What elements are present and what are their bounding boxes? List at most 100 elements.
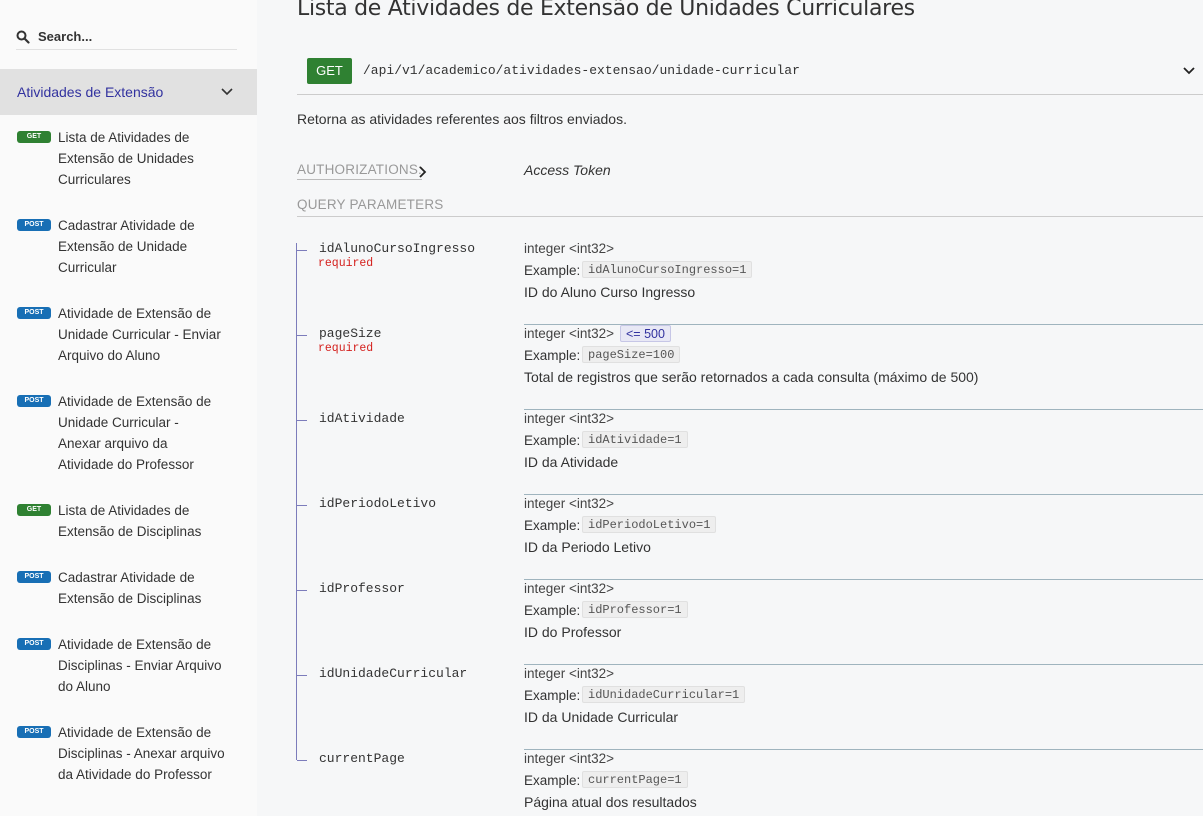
param-info: integer <int32> Example: idProfessor=1 ID d…: [524, 580, 1203, 665]
param-info: integer <int32> Example: currentPage=1 Pági…: [524, 750, 1203, 816]
sidebar-item-label: da Atividade do Professor: [58, 767, 212, 782]
sidebar-item-label: Atividade de Extensão de: [58, 725, 212, 740]
param-type: integer <int32>: [524, 241, 615, 256]
param-info: integer <int32> Example: idAlunoCursoIngre…: [524, 240, 1203, 325]
param-name: pageSize: [319, 326, 382, 341]
param-description: Página atual dos resultados: [524, 794, 697, 810]
param-example-code: idProfessor=1: [582, 601, 688, 618]
param-tree-tick: [297, 760, 307, 761]
sidebar-item-label: Atividade do Professor: [58, 457, 194, 472]
param-example-code: idPeriodoLetivo=1: [582, 516, 717, 533]
param-description: ID da Atividade: [524, 454, 619, 470]
sidebar-item-label: Extensão de Disciplinas: [58, 591, 202, 606]
endpoint-bar[interactable]: GET /api/v1/academico/atividades-extensa…: [297, 52, 1203, 95]
param-example-code: currentPage=1: [582, 771, 688, 788]
sidebar-item-label: do Aluno: [58, 679, 111, 694]
http-method-badge: POST: [17, 307, 51, 319]
param-example-label: Example:: [524, 433, 581, 448]
http-method-badge: POST: [17, 219, 51, 231]
param-example-label: Example:: [524, 348, 581, 363]
query-parameters-heading: QUERY PARAMETERS: [297, 197, 1203, 217]
param-row: idAlunoCursoIngresso required integer <int…: [297, 240, 1203, 325]
http-method-badge: GET: [17, 131, 51, 143]
param-type: integer <int32>: [524, 496, 615, 511]
search-box: [16, 20, 237, 50]
chevron-down-icon: [221, 88, 233, 96]
sidebar-item[interactable]: GET Lista de Atividades de Extensão de Dis…: [0, 500, 257, 548]
sidebar-item[interactable]: POST Cadastrar Atividade de Extensão de Un…: [0, 215, 257, 284]
param-info: integer <int32> <= 500 Example: pageSize=10…: [524, 325, 1203, 410]
param-example-code: idAtividade=1: [582, 431, 688, 448]
page-title: Lista de Atividades de Extensão de Unida…: [297, 0, 915, 21]
param-info: integer <int32> Example: idPeriodoLetivo=1…: [524, 495, 1203, 580]
param-row: idProfessor integer <int32> Example: idProf…: [297, 580, 1203, 665]
param-name: idUnidadeCurricular: [319, 666, 468, 681]
sidebar-item[interactable]: GET Lista de Atividades de Extensão de Uni…: [0, 127, 257, 196]
param-tree-tick: [297, 335, 307, 336]
authorization-value: Access Token: [524, 162, 611, 178]
param-info: integer <int32> Example: idUnidadeCurricul…: [524, 665, 1203, 750]
param-required-label: required: [318, 342, 374, 355]
search-input[interactable]: [38, 25, 233, 47]
sidebar-item-label: Curricular: [58, 260, 117, 275]
sidebar-item-label: Extensão de Unidade: [58, 239, 188, 254]
sidebar-item-label: Atividade de Extensão de: [58, 637, 212, 652]
http-method-badge: POST: [17, 638, 51, 650]
param-example-code: idAlunoCursoIngresso=1: [582, 261, 753, 278]
param-name: idAlunoCursoIngresso: [319, 241, 476, 256]
endpoint-description: Retorna as atividades referentes aos fil…: [297, 111, 627, 127]
param-tree-tick: [297, 505, 307, 506]
http-method-badge: POST: [17, 571, 51, 583]
param-description: Total de registros que serão retornados …: [524, 369, 979, 385]
param-name: idProfessor: [319, 581, 405, 596]
param-example-label: Example:: [524, 263, 581, 278]
sidebar-item-label: Arquivo do Aluno: [58, 348, 161, 363]
sidebar-item-label: Curriculares: [58, 172, 131, 187]
search-icon: [16, 30, 30, 44]
param-tree-tick: [297, 420, 307, 421]
param-description: ID do Aluno Curso Ingresso: [524, 284, 696, 300]
sidebar-item-label: Unidade Curricular - Enviar: [58, 327, 221, 342]
param-example-label: Example:: [524, 603, 581, 618]
param-row: pageSize required integer <int32> <= 500 Exa…: [297, 325, 1203, 410]
param-tree-tick: [297, 250, 307, 251]
param-example-label: Example:: [524, 518, 581, 533]
sidebar: Atividades de Extensão GET Lista de Ativi…: [0, 0, 257, 816]
sidebar-item[interactable]: POST Atividade de Extensão de Disciplinas …: [0, 634, 257, 703]
param-info: integer <int32> Example: idAtividade=1 ID d…: [524, 410, 1203, 495]
param-type: integer <int32>: [524, 666, 615, 681]
sidebar-item[interactable]: POST Atividade de Extensão de Unidade Curr…: [0, 303, 257, 372]
sidebar-item-label: Extensão de Unidades: [58, 151, 194, 166]
param-type: integer <int32>: [524, 411, 615, 426]
param-tree-tick: [297, 590, 307, 591]
http-method-badge: POST: [17, 395, 51, 407]
param-example-label: Example:: [524, 773, 581, 788]
endpoint-path: /api/v1/academico/atividades-extensao/un…: [363, 63, 800, 78]
authorizations-label[interactable]: AUTHORIZATIONS:: [297, 162, 423, 180]
sidebar-item-label: Cadastrar Atividade de: [58, 570, 195, 585]
param-name: idAtividade: [319, 411, 405, 426]
sidebar-item[interactable]: POST Atividade de Extensão de Disciplinas …: [0, 722, 257, 791]
sidebar-group-label: Atividades de Extensão: [17, 84, 164, 100]
param-type: integer <int32>: [524, 581, 615, 596]
param-limit-badge: <= 500: [620, 325, 671, 342]
param-description: ID do Professor: [524, 624, 622, 640]
param-type: integer <int32>: [524, 326, 615, 341]
sidebar-item[interactable]: POST Cadastrar Atividade de Extensão de Di…: [0, 567, 257, 615]
sidebar-item[interactable]: POST Atividade de Extensão de Unidade Curr…: [0, 391, 257, 481]
chevron-down-icon[interactable]: [1181, 63, 1197, 79]
sidebar-item-label: Lista de Atividades de: [58, 503, 190, 518]
param-example-code: pageSize=100: [582, 346, 681, 363]
sidebar-item-label: Lista de Atividades de: [58, 130, 190, 145]
sidebar-item-label: Atividade de Extensão de: [58, 394, 212, 409]
sidebar-group-atividades-extensao[interactable]: Atividades de Extensão: [0, 69, 257, 115]
http-method-badge: GET: [307, 58, 352, 84]
main-content: Lista de Atividades de Extensão de Unida…: [257, 0, 1203, 816]
param-row: idUnidadeCurricular integer <int32> Exampl…: [297, 665, 1203, 750]
chevron-right-icon[interactable]: [417, 165, 429, 179]
param-row: idAtividade integer <int32> Example: idAtiv…: [297, 410, 1203, 495]
sidebar-item-label: Disciplinas - Anexar arquivo: [58, 746, 225, 761]
sidebar-item-label: Cadastrar Atividade de: [58, 218, 195, 233]
sidebar-item-label: Extensão de Disciplinas: [58, 524, 202, 539]
param-description: ID da Periodo Letivo: [524, 539, 651, 555]
